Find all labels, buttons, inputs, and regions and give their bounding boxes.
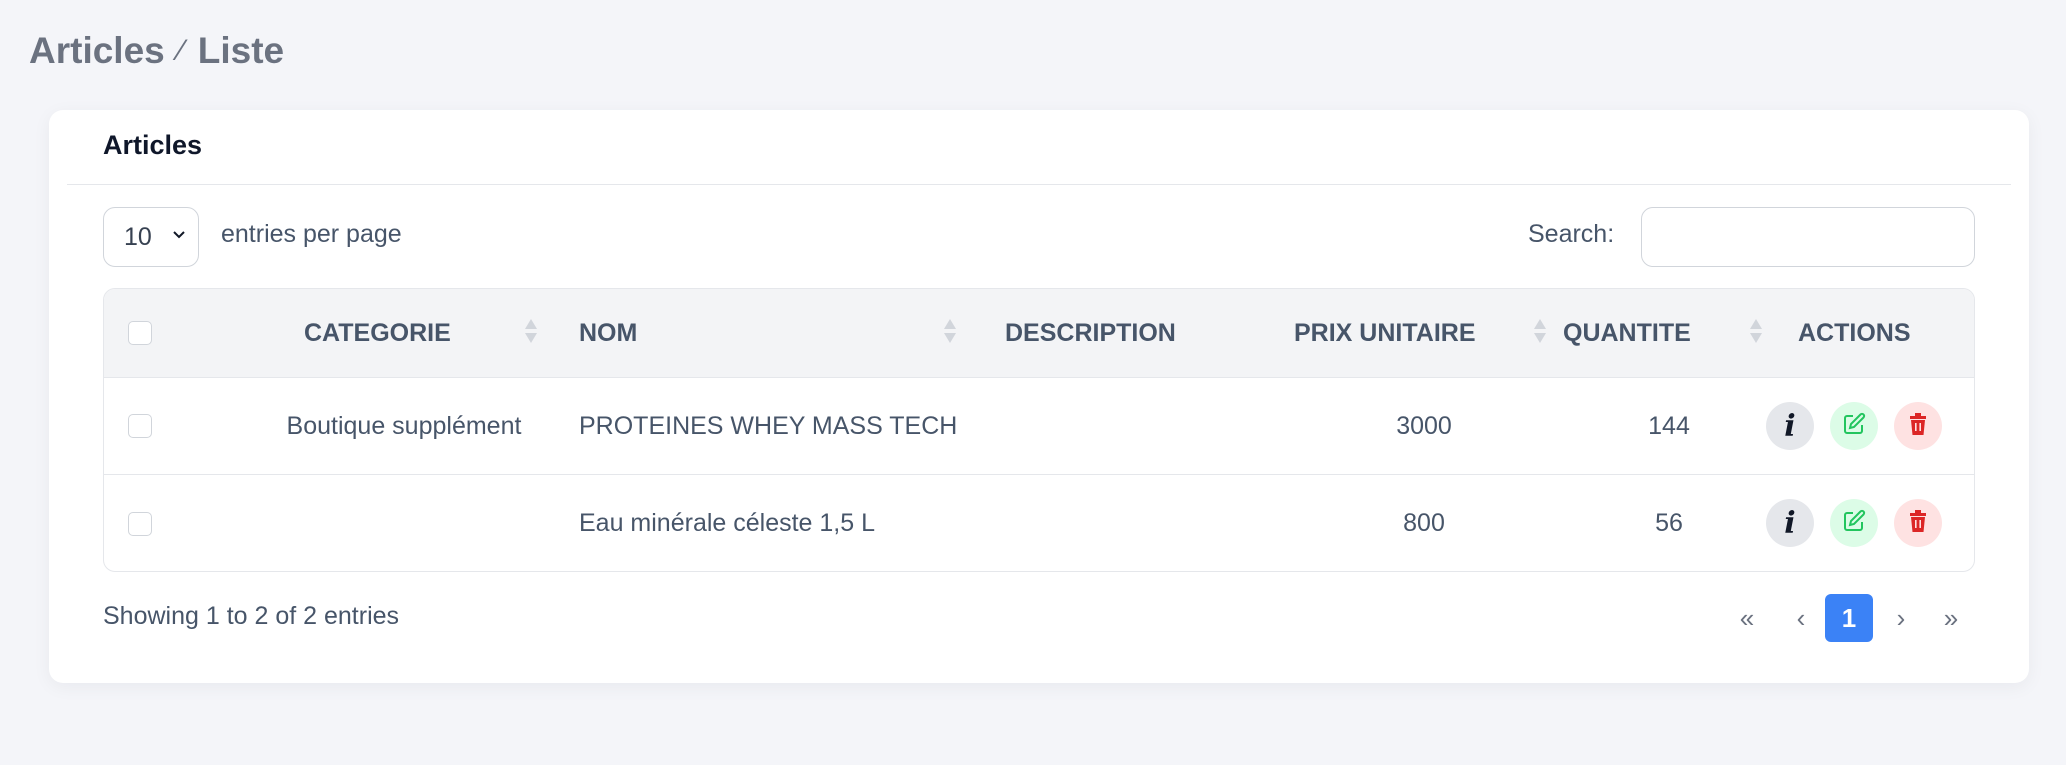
prev-page-button[interactable]: ‹	[1783, 594, 1819, 642]
edit-icon	[1842, 509, 1866, 538]
breadcrumb-root[interactable]: Articles	[29, 30, 165, 72]
per-page-value: 10	[124, 222, 152, 251]
first-page-button[interactable]: «	[1729, 594, 1765, 642]
chevron-down-icon	[172, 224, 186, 245]
next-page-button[interactable]: ›	[1883, 594, 1919, 642]
entries-per-page-select[interactable]: 10	[103, 207, 199, 267]
table-row: Boutique supplément PROTEINES WHEY MASS …	[104, 378, 1974, 475]
row-select-cell	[128, 378, 152, 474]
row-checkbox[interactable]	[128, 414, 152, 438]
sort-icon[interactable]	[1534, 317, 1546, 347]
select-all-checkbox[interactable]	[128, 321, 152, 345]
search-label: Search:	[1528, 220, 1615, 248]
cell-prix: 800	[1403, 509, 1445, 537]
last-page-button[interactable]: »	[1933, 594, 1969, 642]
card-title: Articles	[103, 130, 203, 160]
cell-prix: 3000	[1396, 411, 1452, 440]
header-actions: ACTIONS	[1798, 318, 1911, 347]
breadcrumb-separator: ⁄	[178, 34, 184, 67]
delete-button[interactable]	[1894, 402, 1942, 450]
breadcrumb: Articles ⁄ Liste	[29, 30, 284, 72]
edit-button[interactable]	[1830, 402, 1878, 450]
cell-categorie	[254, 475, 554, 571]
per-page-label: entries per page	[221, 220, 402, 248]
table-row: Eau minérale céleste 1,5 L 800 56 i	[104, 475, 1974, 571]
trash-icon	[1908, 412, 1928, 440]
sort-icon[interactable]	[1750, 317, 1762, 347]
delete-button[interactable]	[1894, 499, 1942, 547]
edit-icon	[1842, 412, 1866, 441]
sort-icon[interactable]	[944, 317, 956, 347]
header-description: DESCRIPTION	[1005, 318, 1176, 347]
articles-card: Articles 10 entries per page Search: CAT…	[49, 110, 2029, 683]
header-categorie[interactable]: CATEGORIE	[304, 289, 451, 377]
table-header: CATEGORIE NOM DESCRIPTION PRIX UNITAIRE …	[104, 289, 1974, 378]
info-button[interactable]: i	[1766, 499, 1814, 547]
header-prix-unitaire[interactable]: PRIX UNITAIRE	[1294, 289, 1476, 377]
cell-quantite: 144	[1648, 411, 1690, 440]
cell-nom: PROTEINES WHEY MASS TECH	[579, 411, 958, 440]
info-button[interactable]: i	[1766, 402, 1814, 450]
row-select-cell	[128, 475, 152, 571]
cell-nom: Eau minérale céleste 1,5 L	[579, 509, 876, 537]
search-input[interactable]	[1641, 207, 1975, 267]
header-quantite[interactable]: QUANTITE	[1563, 289, 1691, 377]
sort-icon[interactable]	[525, 317, 537, 347]
row-checkbox[interactable]	[128, 511, 152, 536]
cell-quantite: 56	[1655, 509, 1683, 537]
select-all-cell	[128, 289, 152, 377]
info-icon: i	[1784, 505, 1796, 541]
trash-icon	[1908, 509, 1928, 537]
page-1-button[interactable]: 1	[1825, 594, 1873, 642]
breadcrumb-current: Liste	[197, 30, 285, 71]
edit-button[interactable]	[1830, 499, 1878, 547]
card-divider	[67, 184, 2011, 185]
info-icon: i	[1784, 408, 1796, 444]
cell-categorie: Boutique supplément	[286, 411, 522, 440]
header-nom[interactable]: NOM	[579, 289, 637, 377]
articles-table: CATEGORIE NOM DESCRIPTION PRIX UNITAIRE …	[103, 288, 1975, 572]
entries-info: Showing 1 to 2 of 2 entries	[103, 602, 400, 630]
